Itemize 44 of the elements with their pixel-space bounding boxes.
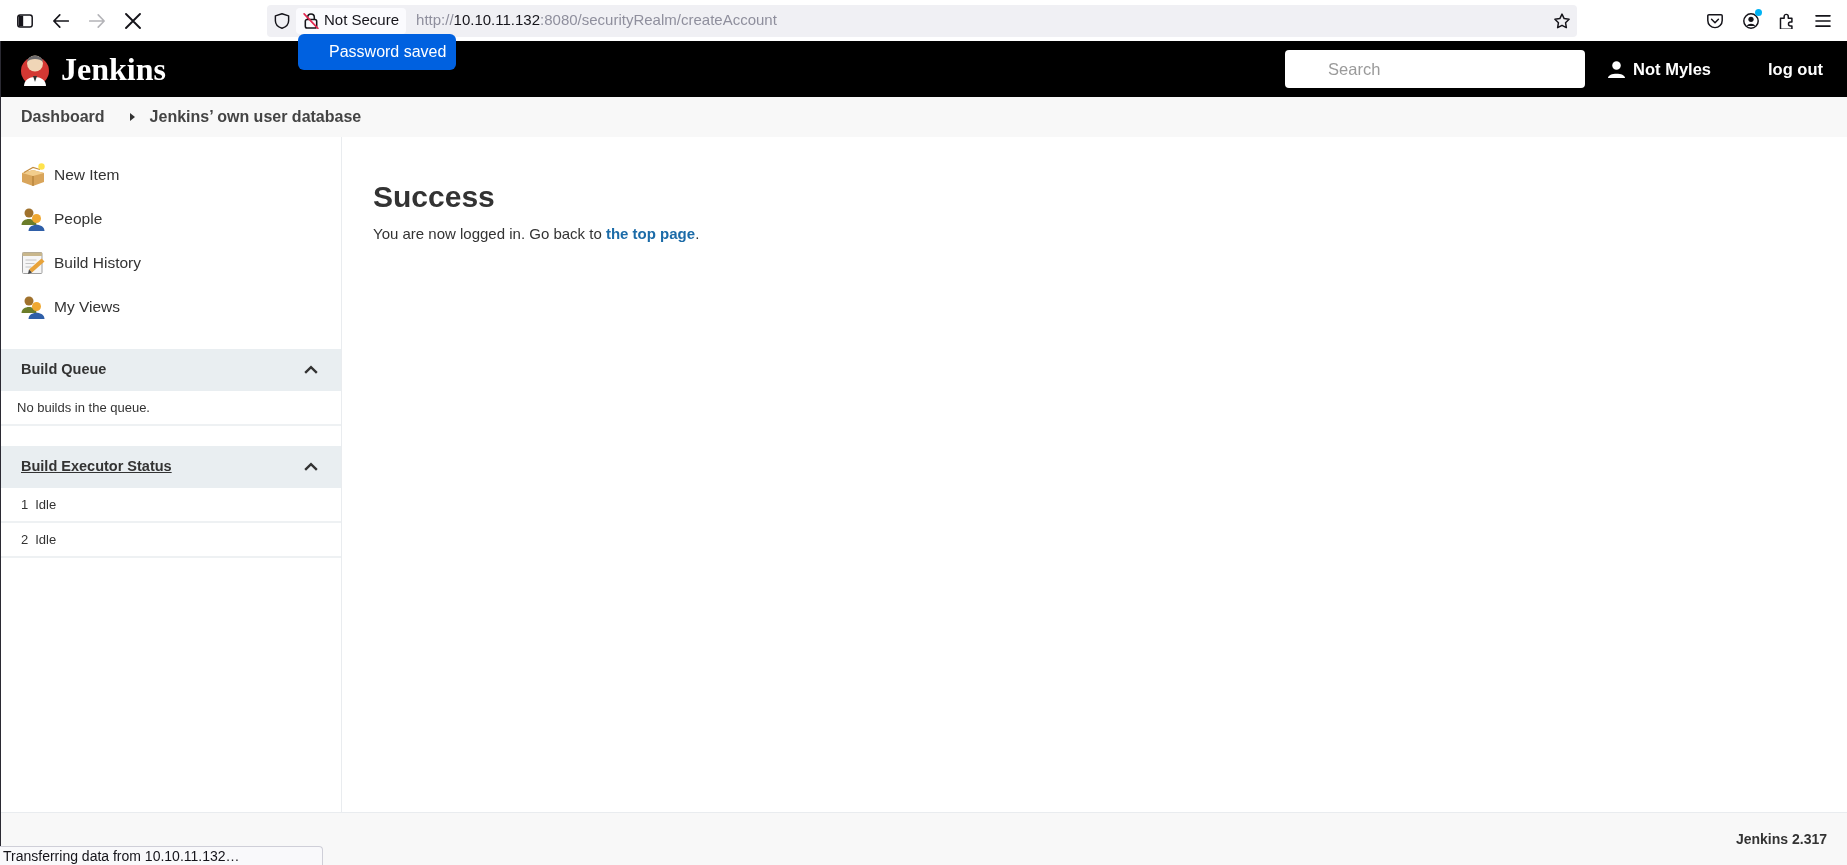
user-link[interactable]: Not Myles xyxy=(1608,56,1711,82)
box-icon xyxy=(21,163,45,187)
person-icon xyxy=(1608,60,1626,78)
address-bar[interactable]: Not Secure http://10.10.11.132:8080/securityRealm/createAccount xyxy=(267,4,1577,37)
top-page-link[interactable]: the top page xyxy=(605,225,696,242)
sidebar-panel-icon[interactable] xyxy=(17,12,33,29)
puzzle-icon[interactable] xyxy=(1779,12,1795,29)
executor-status: Idle xyxy=(35,495,57,514)
caret-icon xyxy=(129,113,135,121)
search-field[interactable]: Search xyxy=(1285,50,1586,88)
people-icon xyxy=(21,295,45,319)
logo-text[interactable]: Jenkins xyxy=(61,53,166,85)
task-link[interactable]: New Item xyxy=(1,153,341,197)
breadcrumb-link[interactable]: Jenkins’ own user database xyxy=(149,105,362,129)
queue-message: No builds in the queue. xyxy=(17,398,150,417)
task-link[interactable]: My Views xyxy=(1,285,341,329)
menu-icon[interactable] xyxy=(1815,12,1831,29)
executor-number: 1 xyxy=(21,495,29,514)
chevron-up-icon[interactable] xyxy=(304,462,318,472)
task-link[interactable]: People xyxy=(1,197,341,241)
password-saved-popup: Password saved xyxy=(298,34,456,70)
security-status-button[interactable]: Not Secure xyxy=(296,7,407,34)
chevron-shield-icon[interactable] xyxy=(1707,12,1723,29)
user-circle-icon[interactable] xyxy=(1743,12,1759,29)
pane-title-link[interactable]: Build Executor Status xyxy=(21,456,172,478)
cross-icon[interactable] xyxy=(125,12,141,29)
message-text: You are now logged in. Go back to the top page. xyxy=(373,224,701,244)
logout-link[interactable]: log out xyxy=(1768,56,1823,82)
chevron-up-icon[interactable] xyxy=(304,365,318,375)
url-text[interactable]: http://10.10.11.132:8080/securityRealm/createAccount xyxy=(416,9,777,32)
status-tooltip: Transferring data from 10.10.11.132… xyxy=(0,846,323,865)
executor-status: Idle xyxy=(35,530,57,549)
shield-icon[interactable] xyxy=(274,12,290,29)
pane-title: Build Queue xyxy=(21,360,107,380)
page-title: Success xyxy=(373,179,496,215)
star-icon[interactable] xyxy=(1554,12,1570,29)
lock-slash-icon xyxy=(303,12,319,29)
breadcrumb-link[interactable]: Dashboard xyxy=(21,105,105,129)
executor-number: 2 xyxy=(21,530,29,549)
task-link[interactable]: Build History xyxy=(1,241,341,285)
people-icon xyxy=(21,207,45,231)
arrow-left-icon[interactable] xyxy=(53,12,69,29)
version-text: Jenkins 2.317 xyxy=(1735,829,1827,849)
notepad-pencil-icon xyxy=(21,251,45,275)
